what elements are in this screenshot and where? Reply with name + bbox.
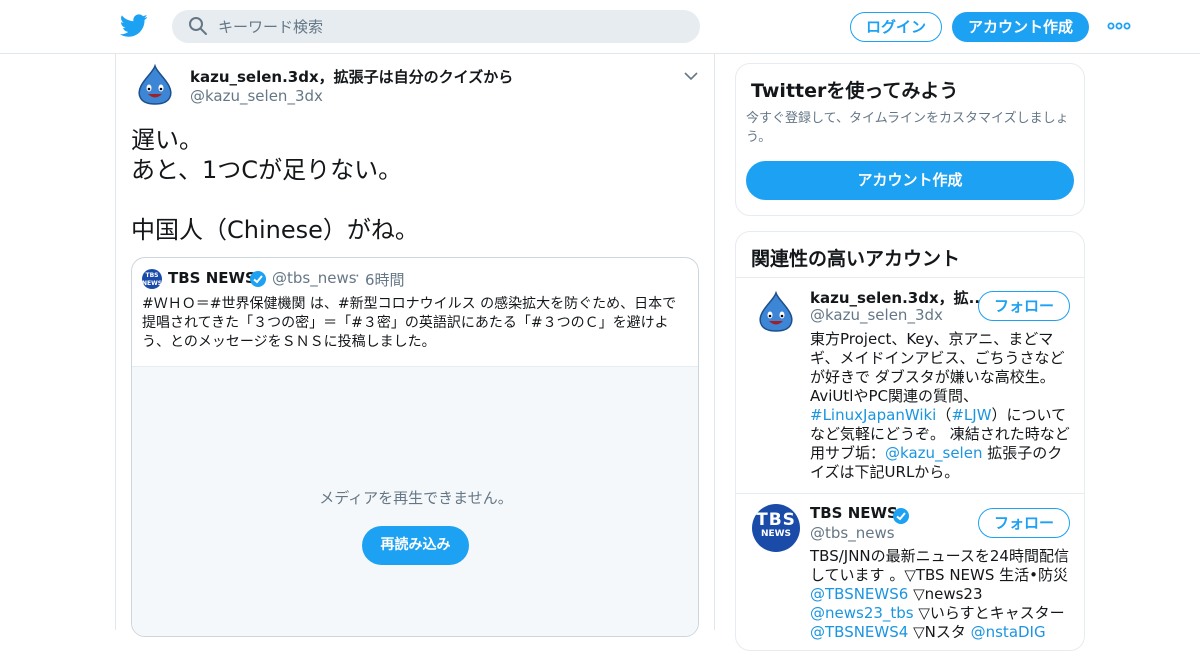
tweet-text-line: あと、1つCが足りない。 — [131, 156, 403, 184]
related-accounts-card: 関連性の高いアカウント kazu_selen.3dx，拡... @kazu_se… — [735, 231, 1085, 651]
bio-link[interactable]: @TBSNEWS6 — [810, 585, 908, 603]
separator-dot: · — [355, 267, 360, 285]
follow-button[interactable]: フォロー — [978, 291, 1070, 321]
account-name[interactable]: kazu_selen.3dx，拡... — [810, 287, 986, 308]
verified-badge-icon — [893, 508, 909, 524]
more-icon[interactable] — [1107, 20, 1131, 32]
account-bio: 東方Project、Key、京アニ、まどマギ、メイドインアビス、ごちうさなどが好… — [810, 330, 1072, 482]
search-input[interactable] — [218, 10, 688, 43]
tweet-text-line — [131, 185, 701, 215]
account-handle: @tbs_news — [810, 524, 895, 542]
account-handle: @kazu_selen_3dx — [810, 306, 943, 324]
account-bio: TBS/JNNの最新ニュースを24時間配信しています 。▽TBS NEWS 生活… — [810, 547, 1072, 642]
bio-text: TBS/JNNの最新ニュースを24時間配信しています 。▽TBS NEWS 生活… — [810, 547, 1069, 584]
avatar[interactable]: TBS NEWS — [752, 504, 800, 552]
media-error-message: メディアを再生できません。 — [319, 489, 513, 507]
login-button[interactable]: ログイン — [850, 12, 942, 42]
slime-avatar-icon — [752, 289, 800, 337]
quote-text: #ＷＨＯ＝#世界保健機関 は、#新型コロナウイルス の感染拡大を防ぐため、日本で… — [142, 296, 677, 350]
signup-card-button[interactable]: アカウント作成 — [746, 161, 1074, 200]
tweet-text-line: 中国人（Chinese）がね。 — [131, 216, 419, 244]
chevron-down-icon[interactable] — [683, 70, 699, 82]
reload-button[interactable]: 再読み込み — [362, 526, 469, 565]
bio-link[interactable]: @news23_tbs — [810, 604, 914, 622]
follow-button[interactable]: フォロー — [978, 508, 1070, 538]
signup-card-title: Twitterを使ってみよう — [751, 80, 959, 102]
bio-text: （ — [936, 406, 952, 424]
bio-text: 東方Project、Key、京アニ、まどマギ、メイドインアビス、ごちうさなどが好… — [810, 330, 1065, 405]
signup-card-subtitle: 今すぐ登録して、タイムラインをカスタマイズしましょう。 — [746, 111, 1069, 145]
avatar[interactable] — [131, 62, 179, 110]
divider — [736, 493, 1084, 494]
bio-link[interactable]: @kazu_selen — [885, 444, 982, 462]
quote-author-handle: @tbs_news — [272, 269, 357, 287]
tweet-author-name[interactable]: kazu_selen.3dx，拡張子は自分のクイズから — [190, 66, 513, 87]
bio-text: ▽news23 — [908, 585, 983, 603]
signup-button[interactable]: アカウント作成 — [952, 12, 1089, 42]
avatar-text: NEWS — [760, 529, 792, 539]
verified-badge-icon — [250, 271, 266, 287]
quote-author-name: TBS NEWS — [168, 269, 256, 287]
quoted-tweet[interactable]: TBS NEWS TBS NEWS @tbs_news · 6時間 #ＷＨＯ＝#… — [131, 257, 699, 637]
tweet-text: 遅い。 あと、1つCが足りない。 中国人（Chinese）がね。 — [131, 125, 701, 245]
media-placeholder: メディアを再生できません。 再読み込み — [132, 366, 698, 636]
signup-card: Twitterを使ってみよう 今すぐ登録して、タイムラインをカスタマイズしましょ… — [735, 63, 1085, 216]
related-accounts-title: 関連性の高いアカウント — [751, 248, 961, 270]
avatar[interactable] — [752, 289, 800, 337]
avatar-text: TBS — [756, 510, 796, 530]
bio-link[interactable]: @TBSNEWS4 — [810, 623, 908, 641]
account-name[interactable]: TBS NEWS — [810, 504, 898, 522]
tweet-text-line: 遅い。 — [131, 126, 203, 154]
tweet-author-handle[interactable]: @kazu_selen_3dx — [190, 87, 323, 105]
bio-text: ▽いらすとキャスター — [913, 604, 1065, 622]
divider — [736, 277, 1084, 278]
tbs-logo: TBS NEWS — [142, 269, 162, 289]
slime-avatar-icon — [131, 62, 179, 110]
bio-link[interactable]: #LinuxJapanWiki — [810, 406, 936, 424]
bio-link[interactable]: #LJW — [951, 406, 991, 424]
quote-timestamp: 6時間 — [365, 271, 405, 289]
bio-text: ▽Nスタ — [908, 623, 971, 641]
top-bar: ログイン アカウント作成 — [0, 0, 1200, 54]
search-icon — [189, 17, 207, 35]
twitter-bird-icon[interactable] — [120, 13, 148, 39]
bio-link[interactable]: @nstaDIG — [971, 623, 1046, 641]
